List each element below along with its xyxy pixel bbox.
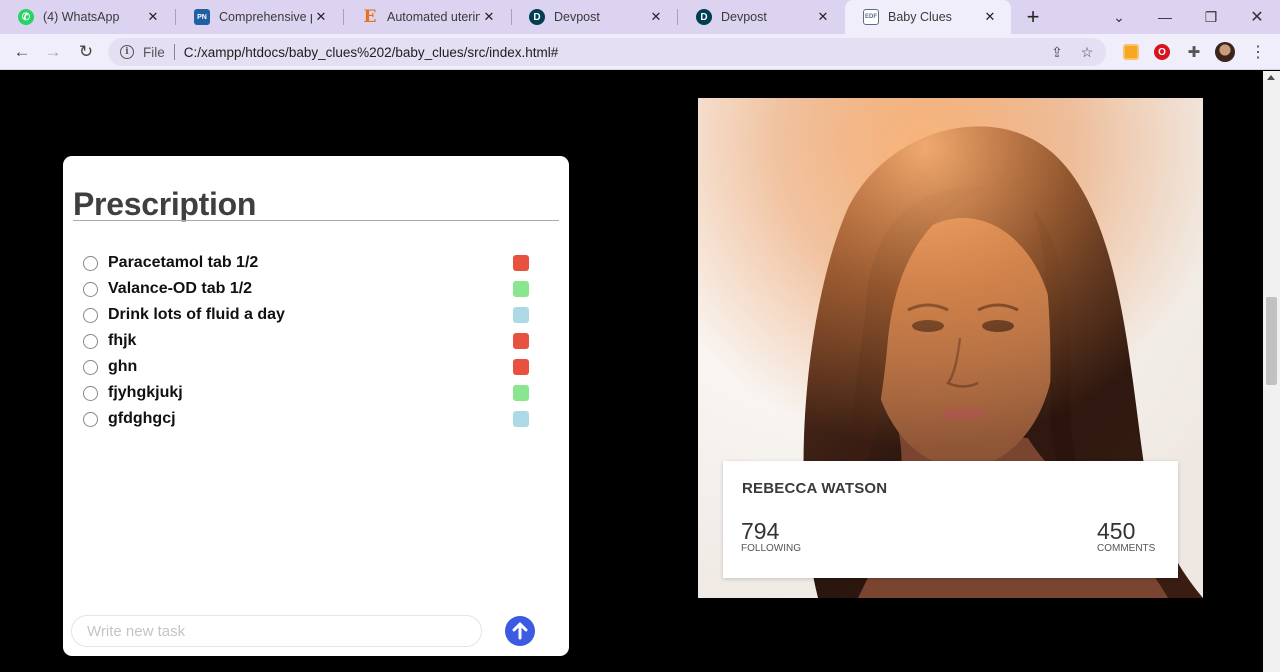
extension-orange-icon[interactable] <box>1121 42 1141 62</box>
task-radio[interactable] <box>83 411 98 427</box>
tab-title: (4) WhatsApp <box>43 10 120 24</box>
browser-toolbar: ← → ↻ i File C:/xampp/htdocs/baby_clues%… <box>0 34 1280 70</box>
new-tab-icon[interactable]: + <box>1020 4 1046 29</box>
priority-swatch <box>513 333 529 349</box>
priority-swatch <box>513 255 529 271</box>
close-tab-icon[interactable]: ✕ <box>814 8 832 26</box>
tab-devpost-1[interactable]: D Devpost ✕ <box>511 0 677 34</box>
reload-icon[interactable]: ↻ <box>73 39 99 65</box>
prescription-item[interactable]: fjyhgkjukj <box>83 380 529 406</box>
close-tab-icon[interactable]: ✕ <box>480 8 498 26</box>
tab-baby-clues[interactable]: EDF Baby Clues ✕ <box>845 0 1011 34</box>
task-radio[interactable] <box>83 333 98 349</box>
close-tab-icon[interactable]: ✕ <box>647 8 665 26</box>
following-count: 794 <box>741 518 780 544</box>
url-text[interactable]: C:/xampp/htdocs/baby_clues%202/baby_clue… <box>184 45 1046 60</box>
elsevier-icon: E <box>363 7 377 27</box>
task-text: Valance-OD tab 1/2 <box>108 280 253 297</box>
bookmark-star-icon[interactable]: ☆ <box>1076 41 1098 63</box>
site-info-icon[interactable]: i <box>120 45 134 59</box>
following-label: FOLLOWING <box>741 543 802 554</box>
task-radio[interactable] <box>83 255 98 271</box>
devpost-icon: D <box>696 9 712 25</box>
prescription-item[interactable]: Paracetamol tab 1/2 <box>83 250 529 276</box>
task-text: fjyhgkjukj <box>108 384 183 401</box>
url-scheme: File <box>143 44 165 60</box>
comments-label: COMMENTS <box>1097 543 1156 554</box>
task-text: gfdghgcj <box>108 410 176 427</box>
scroll-up-arrow-icon[interactable] <box>1267 75 1275 80</box>
prescription-list: Paracetamol tab 1/2 Valance-OD tab 1/2 D… <box>83 250 529 432</box>
tab-whatsapp[interactable]: ✆ (4) WhatsApp ✕ <box>0 0 174 34</box>
prescription-item[interactable]: ghn <box>83 354 529 380</box>
following-stat: 794 FOLLOWING <box>741 519 801 555</box>
browser-tab-strip: ✆ (4) WhatsApp ✕ PN Comprehensive pre ✕ … <box>0 0 1280 34</box>
whatsapp-icon: ✆ <box>18 9 34 25</box>
title-divider <box>73 220 559 221</box>
task-radio[interactable] <box>83 359 98 375</box>
forward-icon[interactable]: → <box>40 39 66 65</box>
tab-title: Automated uterine <box>387 10 480 24</box>
scrollbar-thumb[interactable] <box>1266 297 1277 385</box>
close-tab-icon[interactable]: ✕ <box>312 8 330 26</box>
prescription-title: Prescription <box>73 186 257 222</box>
restore-icon[interactable]: ❐ <box>1188 0 1234 34</box>
tab-title: Devpost <box>721 10 767 24</box>
tab-title: Devpost <box>554 10 600 24</box>
profile-card: REBECCA WATSON 794 FOLLOWING 450 COMMENT… <box>698 98 1203 598</box>
comments-count: 450 <box>1097 518 1136 544</box>
prescription-item[interactable]: Drink lots of fluid a day <box>83 302 529 328</box>
prescription-item[interactable]: fhjk <box>83 328 529 354</box>
divider <box>173 44 175 60</box>
profile-info-panel: REBECCA WATSON 794 FOLLOWING 450 COMMENT… <box>723 461 1178 578</box>
tab-search-icon[interactable]: ⌄ <box>1096 0 1142 34</box>
arrow-up-icon <box>512 622 528 640</box>
extension-red-shape: O <box>1154 44 1170 60</box>
tab-devpost-2[interactable]: D Devpost ✕ <box>678 0 844 34</box>
close-tab-icon[interactable]: ✕ <box>144 8 162 26</box>
task-text: Paracetamol tab 1/2 <box>108 254 259 271</box>
address-bar[interactable]: i File C:/xampp/htdocs/baby_clues%202/ba… <box>108 38 1106 66</box>
profile-name: REBECCA WATSON <box>742 480 888 497</box>
close-tab-icon[interactable]: ✕ <box>981 8 999 26</box>
share-icon[interactable]: ⇪ <box>1046 41 1068 63</box>
tab-title: Comprehensive pre <box>219 10 312 24</box>
minimize-icon[interactable]: — <box>1142 0 1188 34</box>
prescription-item[interactable]: Valance-OD tab 1/2 <box>83 276 529 302</box>
priority-swatch <box>513 411 529 427</box>
extension-orange-shape <box>1123 44 1139 60</box>
task-text: fhjk <box>108 332 137 349</box>
task-text: ghn <box>108 358 138 375</box>
back-icon[interactable]: ← <box>9 39 35 65</box>
page-content: Prescription Paracetamol tab 1/2 Valance… <box>0 71 1263 672</box>
new-task-input[interactable] <box>71 615 482 647</box>
pdf-file-icon: EDF <box>863 9 879 25</box>
tab-comprehensive[interactable]: PN Comprehensive pre ✕ <box>176 0 342 34</box>
task-radio[interactable] <box>83 281 98 297</box>
avatar <box>1215 42 1235 62</box>
prescription-item[interactable]: gfdghgcj <box>83 406 529 432</box>
submit-task-button[interactable] <box>505 616 535 646</box>
comments-stat: 450 COMMENTS <box>1097 519 1155 555</box>
profile-avatar-icon[interactable] <box>1215 42 1235 62</box>
task-text: Drink lots of fluid a day <box>108 306 285 323</box>
extensions-puzzle-icon[interactable]: ✚ <box>1184 42 1204 62</box>
close-window-icon[interactable]: ✕ <box>1234 0 1280 34</box>
devpost-icon: D <box>529 9 545 25</box>
priority-swatch <box>513 281 529 297</box>
priority-swatch <box>513 385 529 401</box>
task-radio[interactable] <box>83 385 98 401</box>
priority-swatch <box>513 307 529 323</box>
page-scrollbar[interactable] <box>1263 71 1280 672</box>
tab-automated-uterine[interactable]: E Automated uterine ✕ <box>344 0 510 34</box>
pnas-icon: PN <box>194 9 210 25</box>
priority-swatch <box>513 359 529 375</box>
task-radio[interactable] <box>83 307 98 323</box>
tab-title: Baby Clues <box>888 10 952 24</box>
extension-red-icon[interactable]: O <box>1152 42 1172 62</box>
menu-kebab-icon[interactable]: ⋮ <box>1248 42 1268 62</box>
prescription-card: Prescription Paracetamol tab 1/2 Valance… <box>63 156 569 656</box>
